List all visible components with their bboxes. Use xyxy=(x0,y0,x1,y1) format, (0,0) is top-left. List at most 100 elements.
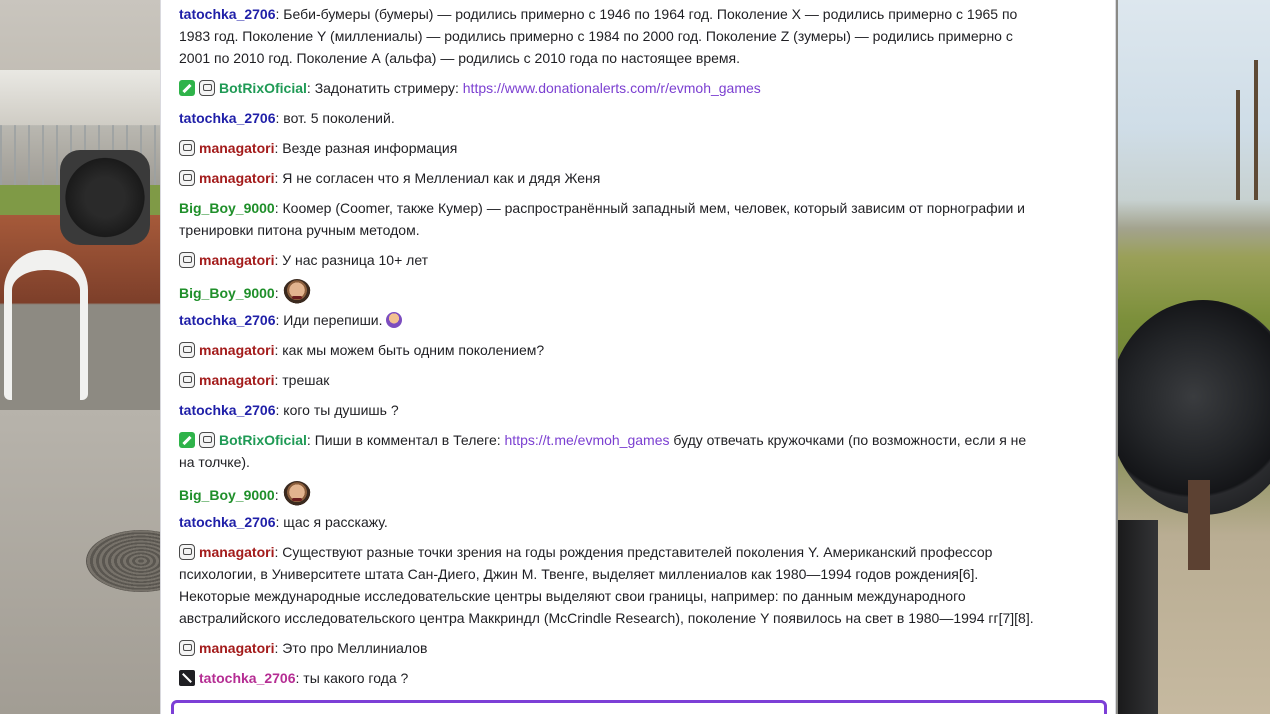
subscriber-badge-icon[interactable] xyxy=(179,372,195,388)
chat-username[interactable]: tatochka_2706 xyxy=(179,110,276,126)
chat-separator: : xyxy=(275,312,280,328)
tire-stack-shape xyxy=(60,150,150,245)
chat-username[interactable]: managatori xyxy=(199,640,274,656)
chat-username[interactable]: managatori xyxy=(199,252,274,268)
chat-separator: : xyxy=(274,372,279,388)
chat-username[interactable]: Big_Boy_9000 xyxy=(179,487,275,503)
no-audio-badge-icon[interactable] xyxy=(179,670,195,686)
awning-shape xyxy=(0,70,160,126)
chat-text: кого ты душишь ? xyxy=(283,402,399,418)
chat-message: BotRixOficial: Задонатить стримеру: http… xyxy=(179,77,1099,99)
chat-separator: : xyxy=(274,170,279,186)
chat-panel: tatochka_2706: Беби-бумеры (бумеры) — ро… xyxy=(160,0,1116,714)
chat-text: Я не согласен что я Меллениал как и дядя… xyxy=(282,170,601,186)
subscriber-badge-icon[interactable] xyxy=(199,432,215,448)
subscriber-badge-icon[interactable] xyxy=(199,80,215,96)
chat-message: tatochka_2706: Иди перепиши. xyxy=(179,309,1099,331)
chat-message: managatori: как мы можем быть одним поко… xyxy=(179,339,1099,361)
chat-message: managatori: Везде разная информация xyxy=(179,137,1099,159)
emote-face-icon[interactable] xyxy=(282,481,311,509)
chat-username[interactable]: managatori xyxy=(199,544,274,560)
chat-text: вот. 5 поколений. xyxy=(283,110,395,126)
chat-username[interactable]: tatochka_2706 xyxy=(179,312,276,328)
chat-separator: : xyxy=(275,6,280,22)
game-background-right xyxy=(1118,0,1270,714)
chat-text: на толчке). xyxy=(179,454,250,470)
chat-text: тренировки питона ручным методом. xyxy=(179,222,420,238)
chat-message: Big_Boy_9000: Коомер (Coomer, также Куме… xyxy=(179,197,1099,241)
pipe-shape xyxy=(1188,480,1210,570)
subscriber-badge-icon[interactable] xyxy=(179,544,195,560)
chat-separator: : xyxy=(306,432,311,448)
palm-tree-shape xyxy=(1236,90,1240,200)
chat-separator: : xyxy=(306,80,311,96)
palm-tree-shape xyxy=(1254,60,1258,200)
plastic-chair-shape xyxy=(4,250,88,400)
chat-message: tatochka_2706: ты какого года ? xyxy=(179,667,1099,689)
chat-text: щас я расскажу. xyxy=(283,514,388,530)
chat-text: Это про Меллиниалов xyxy=(282,640,428,656)
chat-text: Везде разная информация xyxy=(282,140,458,156)
emote-face-icon[interactable] xyxy=(282,279,311,307)
chat-username[interactable]: managatori xyxy=(199,342,274,358)
subscriber-badge-icon[interactable] xyxy=(179,170,195,186)
chat-message: managatori: Существуют разные точки зрен… xyxy=(179,541,1099,629)
chat-link[interactable]: https://t.me/evmoh_games xyxy=(505,432,670,448)
chat-input[interactable] xyxy=(171,700,1107,714)
chat-separator: : xyxy=(274,285,279,301)
chat-username[interactable]: tatochka_2706 xyxy=(199,670,296,686)
subscriber-badge-icon[interactable] xyxy=(179,342,195,358)
chat-username[interactable]: Big_Boy_9000 xyxy=(179,285,275,301)
chat-username[interactable]: Big_Boy_9000 xyxy=(179,200,275,216)
chat-text: Пиши в комментал в Телеге: xyxy=(314,432,501,448)
chat-message: tatochka_2706: Беби-бумеры (бумеры) — ро… xyxy=(179,3,1099,69)
moderator-badge-icon[interactable] xyxy=(179,80,195,96)
chat-text: 2001 по 2010 год. Поколение А (альфа) — … xyxy=(179,50,741,66)
chat-username[interactable]: tatochka_2706 xyxy=(179,402,276,418)
chat-message: tatochka_2706: щас я расскажу. xyxy=(179,511,1099,533)
chat-username[interactable]: tatochka_2706 xyxy=(179,6,276,22)
chat-text: австралийского исследовательского центра… xyxy=(179,610,1034,626)
chat-username[interactable]: managatori xyxy=(199,140,274,156)
subscriber-badge-icon[interactable] xyxy=(179,252,195,268)
chat-text: психологии, в Университете штата Сан-Дие… xyxy=(179,566,979,582)
chat-text: как мы можем быть одним поколением? xyxy=(282,342,545,358)
chat-text: трешак xyxy=(282,372,330,388)
chat-message: managatori: трешак xyxy=(179,369,1099,391)
chat-separator: : xyxy=(274,140,279,156)
chat-separator: : xyxy=(275,402,280,418)
chat-separator: : xyxy=(274,342,279,358)
chat-separator: : xyxy=(274,640,279,656)
chat-username[interactable]: BotRixOficial xyxy=(219,432,307,448)
chat-separator: : xyxy=(275,514,280,530)
chat-text: ты какого года ? xyxy=(303,670,409,686)
rifle-barrel-shape xyxy=(1118,520,1158,714)
chat-separator: : xyxy=(295,670,300,686)
chat-text: 1983 год. Поколение Y (миллениалы) — род… xyxy=(179,28,1013,44)
subscriber-badge-icon[interactable] xyxy=(179,140,195,156)
subscriber-badge-icon[interactable] xyxy=(179,640,195,656)
chat-separator: : xyxy=(275,110,280,126)
chat-text: Существуют разные точки зрения на годы р… xyxy=(282,544,993,560)
chat-link[interactable]: https://www.donationalerts.com/r/evmoh_g… xyxy=(463,80,761,96)
chat-separator: : xyxy=(274,544,279,560)
chat-username[interactable]: managatori xyxy=(199,170,274,186)
chat-separator: : xyxy=(274,200,279,216)
game-background-left xyxy=(0,0,160,714)
chat-message: tatochka_2706: вот. 5 поколений. xyxy=(179,107,1099,129)
chat-message: tatochka_2706: кого ты душишь ? xyxy=(179,399,1099,421)
chat-text: Иди перепиши. xyxy=(283,312,383,328)
chat-text: Коомер (Coomer, также Кумер) — распростр… xyxy=(282,200,1026,216)
chat-username[interactable]: managatori xyxy=(199,372,274,388)
chat-username[interactable]: BotRixOficial xyxy=(219,80,307,96)
chat-separator: : xyxy=(274,487,279,503)
chat-text: Некоторые международные исследовательски… xyxy=(179,588,966,604)
chat-text: Задонатить стримеру: xyxy=(314,80,459,96)
chat-message: managatori: У нас разница 10+ лет xyxy=(179,249,1099,271)
chat-separator: : xyxy=(274,252,279,268)
moderator-badge-icon[interactable] xyxy=(179,432,195,448)
chat-message: Big_Boy_9000: xyxy=(179,481,1099,509)
chat-username[interactable]: tatochka_2706 xyxy=(179,514,276,530)
person-emoji-icon xyxy=(386,312,403,328)
chat-text: Беби-бумеры (бумеры) — родились примерно… xyxy=(283,6,1018,22)
